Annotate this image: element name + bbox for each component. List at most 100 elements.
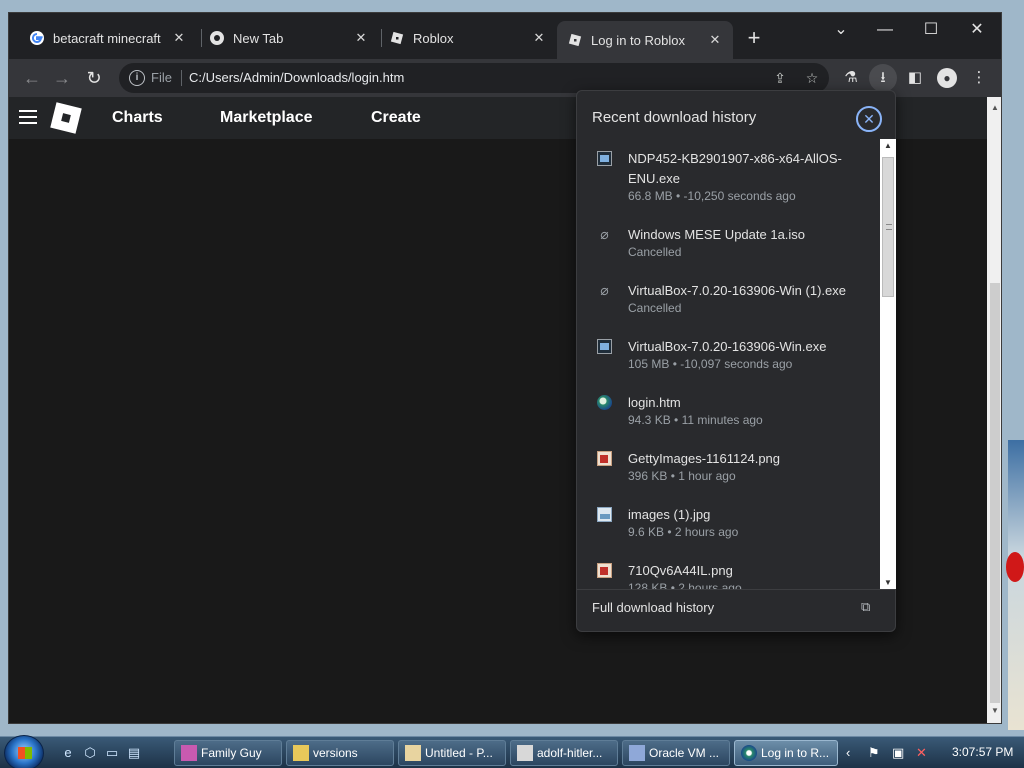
address-scheme: File bbox=[151, 70, 172, 85]
download-item[interactable]: NDP452-KB2901907-x86-x64-AllOS-ENU.exe 6… bbox=[577, 139, 881, 215]
close-tab-icon[interactable]: ✕ bbox=[171, 30, 187, 46]
taskbar-button-paint[interactable]: Untitled - P... bbox=[398, 740, 506, 766]
download-item[interactable]: GettyImages-1161124.png 396 KB • 1 hour … bbox=[577, 439, 881, 495]
reload-icon[interactable]: ↻ bbox=[83, 67, 105, 89]
taskbar-button-label: Untitled - P... bbox=[425, 746, 493, 760]
download-status: 66.8 MB • -10,250 seconds ago bbox=[628, 189, 796, 203]
download-filename: images (1).jpg bbox=[628, 507, 711, 522]
taskbar-button-label: adolf-hitler... bbox=[537, 746, 603, 760]
nav-link-charts[interactable]: Charts bbox=[112, 109, 163, 127]
cancelled-download-icon: ⌀ bbox=[600, 282, 609, 298]
download-bubble-footer[interactable]: Full download history ⧉ bbox=[577, 589, 895, 631]
tab-title: New Tab bbox=[233, 30, 284, 46]
taskbar-button-label: Oracle VM ... bbox=[649, 746, 720, 760]
google-icon bbox=[30, 31, 44, 45]
nav-link-create[interactable]: Create bbox=[371, 109, 421, 127]
roblox-logo-icon[interactable] bbox=[50, 102, 82, 134]
taskbar-button-oracle-vm[interactable]: Oracle VM ... bbox=[622, 740, 730, 766]
hamburger-menu-icon[interactable] bbox=[19, 110, 37, 124]
tab-roblox[interactable]: Roblox ✕ bbox=[379, 23, 557, 53]
close-window-icon[interactable]: ✕ bbox=[957, 17, 997, 43]
download-list-scrollbar[interactable]: ▲ ▼ bbox=[880, 139, 896, 589]
app-icon bbox=[181, 745, 197, 761]
nav-link-marketplace[interactable]: Marketplace bbox=[220, 109, 313, 127]
tab-title: Log in to Roblox bbox=[591, 32, 685, 48]
tab-title: Roblox bbox=[413, 30, 454, 46]
download-bubble-title: Recent download history bbox=[592, 109, 757, 126]
chrome-icon bbox=[741, 745, 757, 761]
site-info-icon[interactable]: i bbox=[129, 70, 145, 86]
virtualbox-icon bbox=[629, 745, 645, 761]
scroll-up-icon[interactable]: ▲ bbox=[991, 103, 999, 112]
open-external-icon[interactable]: ⧉ bbox=[861, 599, 870, 615]
address-url[interactable]: C:/Users/Admin/Downloads/login.htm bbox=[189, 70, 404, 85]
switch-windows-icon[interactable]: ▤ bbox=[126, 745, 142, 761]
profile-avatar-icon[interactable]: ● bbox=[937, 68, 957, 88]
network-icon[interactable]: ▣ bbox=[892, 745, 904, 761]
show-hidden-icons-icon[interactable]: ‹ bbox=[846, 745, 850, 761]
labs-flask-icon[interactable]: ⚗ bbox=[841, 68, 861, 88]
download-item[interactable]: ⌀ VirtualBox-7.0.20-163906-Win (1).exe C… bbox=[577, 271, 881, 327]
scroll-down-icon[interactable]: ▼ bbox=[884, 578, 892, 587]
show-desktop-icon[interactable]: ▭ bbox=[104, 745, 120, 761]
new-tab-button[interactable]: + bbox=[743, 27, 765, 49]
download-status: 9.6 KB • 2 hours ago bbox=[628, 525, 739, 539]
tab-log-in-to-roblox[interactable]: Log in to Roblox ✕ bbox=[557, 21, 733, 59]
tab-search-icon[interactable]: ⌄ bbox=[821, 17, 861, 43]
download-filename: 710Qv6A44IL.png bbox=[628, 563, 733, 578]
start-button[interactable] bbox=[4, 735, 44, 768]
scroll-up-icon[interactable]: ▲ bbox=[884, 141, 892, 150]
html-file-icon bbox=[597, 395, 612, 410]
download-filename: VirtualBox-7.0.20-163906-Win.exe bbox=[628, 339, 827, 354]
taskbar-button-label: versions bbox=[313, 746, 358, 760]
close-tab-icon[interactable]: ✕ bbox=[531, 30, 547, 46]
download-status: 105 MB • -10,097 seconds ago bbox=[628, 357, 793, 371]
scrollbar-thumb[interactable] bbox=[882, 157, 894, 297]
download-item[interactable]: ⌀ Windows MESE Update 1a.iso Cancelled bbox=[577, 215, 881, 271]
download-status: 128 KB • 2 hours ago bbox=[628, 581, 742, 589]
download-icon[interactable]: ⭳ bbox=[869, 64, 897, 92]
close-tab-icon[interactable]: ✕ bbox=[707, 32, 723, 48]
back-icon[interactable]: ← bbox=[21, 67, 43, 89]
side-panel-icon[interactable]: ◧ bbox=[905, 68, 925, 88]
page-scrollbar[interactable]: ▲ ▼ bbox=[987, 97, 1001, 723]
png-file-icon bbox=[597, 563, 612, 578]
scroll-down-icon[interactable]: ▼ bbox=[991, 706, 999, 715]
taskbar: e ⬡ ▭ ▤ Family Guy versions Untitled - P… bbox=[0, 735, 1024, 768]
action-center-flag-icon[interactable]: ⚑ bbox=[868, 745, 880, 761]
virtualbox-icon[interactable]: ⬡ bbox=[82, 745, 98, 761]
download-bubble: Recent download history ✕ NDP452-KB29019… bbox=[576, 90, 896, 632]
desktop-icon[interactable] bbox=[1006, 552, 1024, 582]
full-download-history-link[interactable]: Full download history bbox=[592, 600, 714, 615]
download-item[interactable]: login.htm 94.3 KB • 11 minutes ago bbox=[577, 383, 881, 439]
maximize-icon[interactable]: ☐ bbox=[911, 17, 951, 43]
taskbar-button-image-viewer[interactable]: adolf-hitler... bbox=[510, 740, 618, 766]
scrollbar-thumb[interactable] bbox=[990, 283, 1000, 703]
download-item[interactable]: images (1).jpg 9.6 KB • 2 hours ago bbox=[577, 495, 881, 551]
menu-dots-icon[interactable]: ⋮ bbox=[969, 68, 989, 88]
system-clock[interactable]: 3:07:57 PM bbox=[952, 745, 1013, 759]
image-viewer-icon bbox=[517, 745, 533, 761]
close-icon[interactable]: ✕ bbox=[856, 106, 882, 132]
share-icon[interactable]: ⇪ bbox=[771, 69, 789, 87]
taskbar-button-log-in-to-roblox[interactable]: Log in to R... bbox=[734, 740, 838, 766]
address-bar[interactable]: i File C:/Users/Admin/Downloads/login.ht… bbox=[119, 63, 829, 93]
download-status: 396 KB • 1 hour ago bbox=[628, 469, 736, 483]
exe-file-icon bbox=[597, 151, 612, 166]
tab-new-tab[interactable]: New Tab ✕ bbox=[199, 23, 379, 53]
forward-icon[interactable]: → bbox=[51, 67, 73, 89]
download-item[interactable]: VirtualBox-7.0.20-163906-Win.exe 105 MB … bbox=[577, 327, 881, 383]
download-item[interactable]: 710Qv6A44IL.png 128 KB • 2 hours ago bbox=[577, 551, 881, 589]
taskbar-button-versions[interactable]: versions bbox=[286, 740, 394, 766]
close-tab-icon[interactable]: ✕ bbox=[353, 30, 369, 46]
minimize-icon[interactable]: — bbox=[865, 17, 905, 43]
folder-icon bbox=[293, 745, 309, 761]
desktop-wallpaper bbox=[1008, 440, 1024, 730]
tab-betacraft[interactable]: betacraft minecraft ✕ bbox=[19, 23, 197, 53]
bookmark-star-icon[interactable]: ☆ bbox=[803, 69, 821, 87]
internet-explorer-icon[interactable]: e bbox=[60, 745, 76, 761]
taskbar-button-label: Family Guy bbox=[201, 746, 262, 760]
chrome-icon bbox=[210, 31, 224, 45]
taskbar-button-family-guy[interactable]: Family Guy bbox=[174, 740, 282, 766]
volume-muted-icon[interactable]: ✕ bbox=[916, 745, 927, 761]
